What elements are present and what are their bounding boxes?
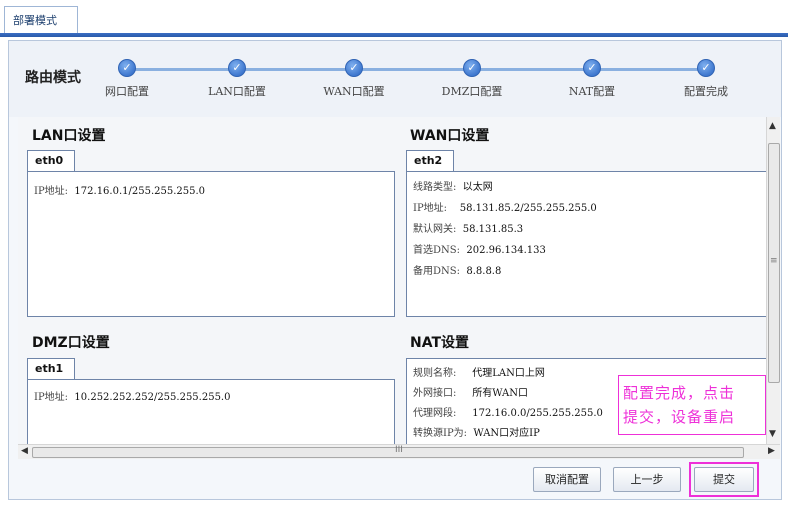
step-wan-config: ✓ WAN口配置 bbox=[294, 59, 414, 99]
wan-row-value: 以太网 bbox=[462, 182, 493, 193]
step-lan-config: ✓ LAN口配置 bbox=[177, 59, 297, 99]
wan-row-value: 8.8.8.8 bbox=[466, 266, 502, 277]
nat-row-label: 规则名称: bbox=[413, 368, 457, 379]
scroll-right-icon[interactable]: ▶ bbox=[768, 446, 775, 456]
dmz-ip-value: 10.252.252.252/255.255.255.0 bbox=[74, 392, 231, 403]
step-label: WAN口配置 bbox=[323, 85, 385, 98]
step-port-config: ✓ 网口配置 bbox=[67, 59, 187, 99]
nat-row-label: 代理网段: bbox=[413, 408, 457, 419]
scroll-grip-icon: III bbox=[395, 445, 403, 455]
lan-eth0-tab[interactable]: eth0 bbox=[27, 150, 75, 171]
wan-row-label: 默认网关: bbox=[413, 224, 457, 235]
dmz-eth1-tab[interactable]: eth1 bbox=[27, 358, 75, 379]
wan-row: 首选DNS: 202.96.134.133 bbox=[413, 241, 546, 256]
annotation-line: 提交，设备重启 bbox=[623, 408, 736, 426]
scroll-down-icon[interactable]: ▼ bbox=[769, 429, 776, 439]
scroll-left-icon[interactable]: ◀ bbox=[21, 446, 28, 456]
wan-detail-box: 线路类型: 以太网 IP地址: 58.131.85.2/255.255.255.… bbox=[406, 171, 766, 317]
horizontal-scrollbar[interactable]: ◀ III ▶ bbox=[18, 444, 780, 459]
scroll-up-icon[interactable]: ▲ bbox=[769, 121, 776, 131]
wan-row: 备用DNS: 8.8.8.8 bbox=[413, 262, 501, 277]
tab-deploy-mode[interactable]: 部署模式 bbox=[4, 6, 78, 34]
nat-row-label: 外网接口: bbox=[413, 388, 457, 399]
step-label: 配置完成 bbox=[684, 85, 728, 98]
cancel-config-button[interactable]: 取消配置 bbox=[533, 467, 601, 492]
wan-row-value: 202.96.134.133 bbox=[466, 245, 546, 256]
lan-ip-label: IP地址: bbox=[34, 186, 69, 197]
wan-row-label: 备用DNS: bbox=[413, 266, 460, 277]
dmz-detail-box: IP地址: 10.252.252.252/255.255.255.0 bbox=[27, 379, 395, 444]
nat-row-value: WAN口对应IP bbox=[473, 428, 540, 439]
step-dmz-config: ✓ DMZ口配置 bbox=[412, 59, 532, 99]
nat-section-title: NAT设置 bbox=[410, 335, 470, 351]
step-check-icon: ✓ bbox=[697, 59, 715, 77]
tab-underline bbox=[0, 33, 788, 37]
dmz-ip-label: IP地址: bbox=[34, 392, 69, 403]
scroll-grip-icon: ≡ bbox=[770, 256, 778, 266]
wan-row-label: 首选DNS: bbox=[413, 245, 460, 256]
submit-highlight-box bbox=[689, 462, 759, 497]
lan-ip-row: IP地址: 172.16.0.1/255.255.255.0 bbox=[34, 182, 205, 197]
step-label: 网口配置 bbox=[105, 85, 149, 98]
wan-row-value: 58.131.85.2/255.255.255.0 bbox=[459, 203, 597, 214]
wan-row-label: 线路类型: bbox=[413, 182, 457, 193]
tab-strip: 部署模式 bbox=[0, 0, 788, 37]
nat-row-value: 所有WAN口 bbox=[472, 388, 529, 399]
wan-eth2-tab[interactable]: eth2 bbox=[406, 150, 454, 171]
wan-row: 线路类型: 以太网 bbox=[413, 178, 493, 193]
wan-row-value: 58.131.85.3 bbox=[462, 224, 524, 235]
step-label: NAT配置 bbox=[568, 85, 616, 98]
step-check-icon: ✓ bbox=[463, 59, 481, 77]
nat-row: 规则名称: 代理LAN口上网 bbox=[413, 364, 545, 379]
wan-row-label: IP地址: bbox=[413, 203, 448, 214]
step-check-icon: ✓ bbox=[345, 59, 363, 77]
step-label: DMZ口配置 bbox=[441, 85, 503, 98]
dmz-ip-row: IP地址: 10.252.252.252/255.255.255.0 bbox=[34, 388, 230, 403]
step-label: LAN口配置 bbox=[208, 85, 266, 98]
lan-ip-value: 172.16.0.1/255.255.255.0 bbox=[74, 186, 206, 197]
wan-row: IP地址: 58.131.85.2/255.255.255.0 bbox=[413, 199, 597, 214]
step-nat-config: ✓ NAT配置 bbox=[532, 59, 652, 99]
nat-row-label: 转换源IP为: bbox=[413, 428, 468, 439]
nat-row: 外网接口: 所有WAN口 bbox=[413, 384, 528, 399]
lan-detail-box: IP地址: 172.16.0.1/255.255.255.0 bbox=[27, 171, 395, 317]
nat-row-value: 172.16.0.0/255.255.255.0 bbox=[472, 408, 603, 419]
lan-section-title: LAN口设置 bbox=[32, 128, 106, 144]
vertical-scroll-thumb[interactable]: ≡ bbox=[768, 143, 780, 383]
step-complete: ✓ 配置完成 bbox=[646, 59, 766, 99]
step-check-icon: ✓ bbox=[118, 59, 136, 77]
tab-label: 部署模式 bbox=[13, 14, 57, 27]
dmz-section-title: DMZ口设置 bbox=[32, 335, 110, 351]
annotation-callout: 配置完成，点击 提交，设备重启 bbox=[618, 375, 766, 435]
horizontal-scroll-thumb[interactable]: III bbox=[32, 445, 744, 458]
wan-row: 默认网关: 58.131.85.3 bbox=[413, 220, 523, 235]
previous-step-button[interactable]: 上一步 bbox=[613, 467, 681, 492]
nat-row: 代理网段: 172.16.0.0/255.255.255.0 bbox=[413, 404, 603, 419]
step-check-icon: ✓ bbox=[228, 59, 246, 77]
nat-row: 转换源IP为: WAN口对应IP bbox=[413, 424, 540, 439]
wizard-steps: 路由模式 ✓ 网口配置 ✓ LAN口配置 ✓ WAN口配置 ✓ DMZ口配置 ✓… bbox=[9, 41, 781, 117]
nat-row-value: 代理LAN口上网 bbox=[472, 368, 545, 379]
annotation-line: 配置完成，点击 bbox=[623, 384, 736, 402]
wan-section-title: WAN口设置 bbox=[410, 128, 490, 144]
vertical-scrollbar[interactable]: ▲ ≡ ▼ bbox=[766, 117, 780, 444]
step-check-icon: ✓ bbox=[583, 59, 601, 77]
